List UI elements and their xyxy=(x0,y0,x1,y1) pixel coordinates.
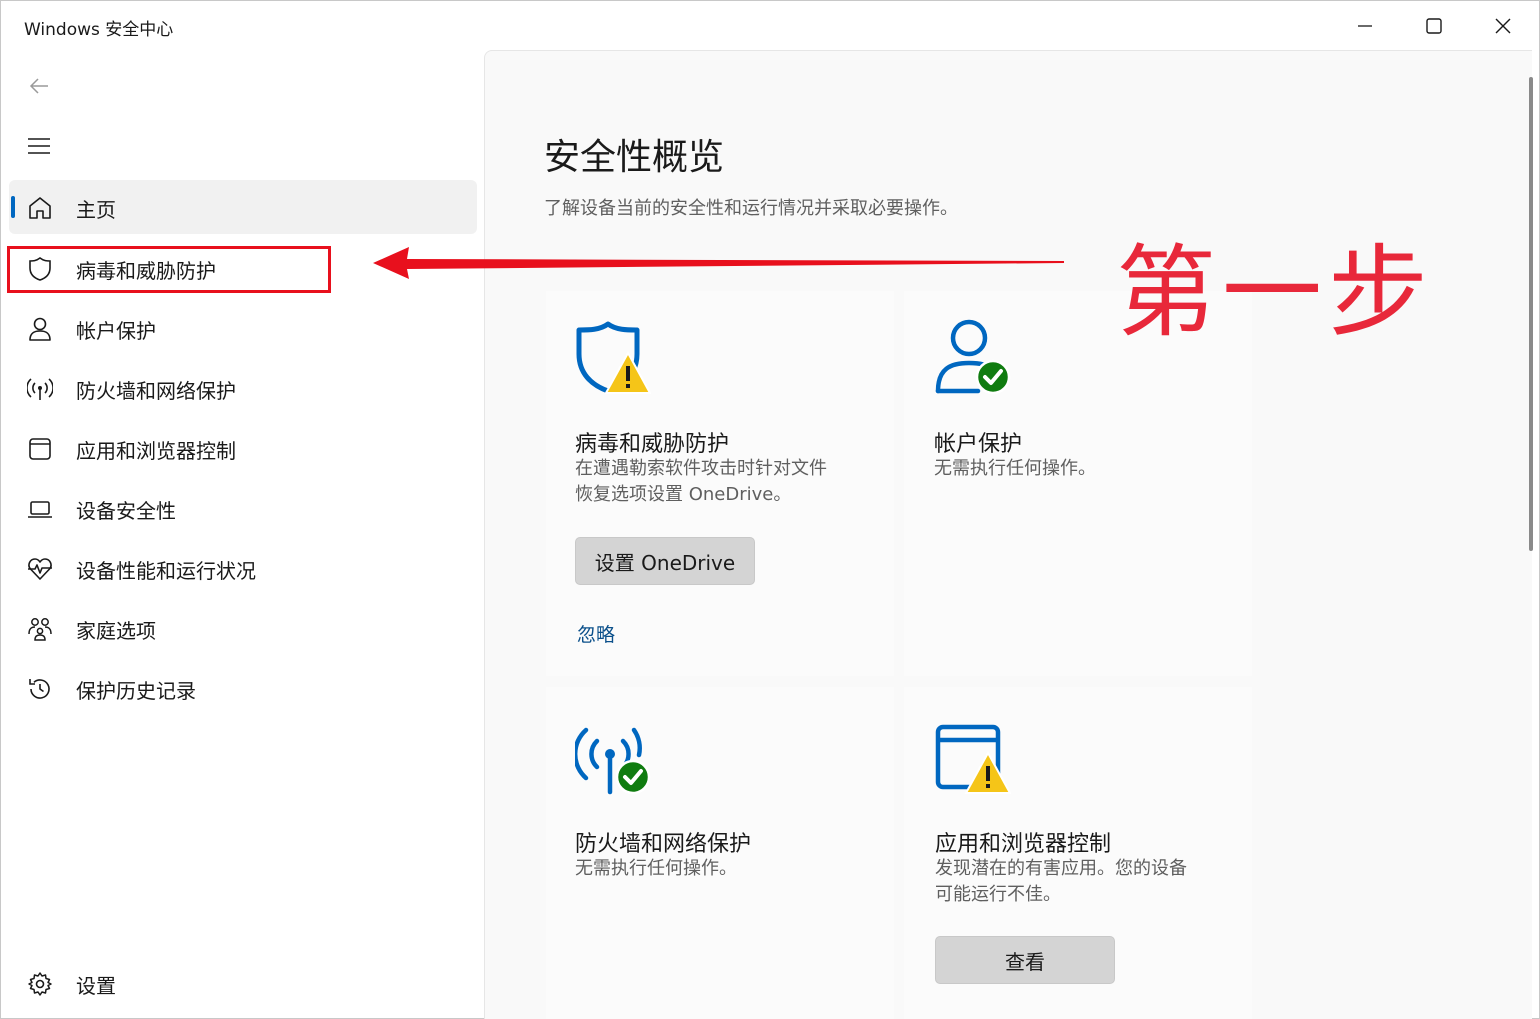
card-title: 病毒和威胁防护 xyxy=(575,432,730,457)
sidebar-item-label: 帐户保护 xyxy=(76,319,156,343)
annotation-arrow xyxy=(373,247,1064,279)
maximize-icon xyxy=(1426,18,1442,34)
gear-icon xyxy=(28,972,52,996)
card-title: 帐户保护 xyxy=(934,432,1023,457)
hamburger-icon xyxy=(28,138,50,154)
dismiss-link[interactable]: 忽略 xyxy=(577,620,615,647)
card-description: 无需执行任何操作。 xyxy=(934,458,1096,479)
card-title: 防火墙和网络保护 xyxy=(575,832,752,857)
card-description-line: 发现潜在的有害应用。您的设备 xyxy=(935,858,1187,879)
sidebar-item-protection-history[interactable]: 保护历史记录 xyxy=(9,661,477,715)
sidebar-item-label: 主页 xyxy=(76,198,116,222)
sidebar-item-account-protection[interactable]: 帐户保护 xyxy=(9,301,477,355)
sidebar-item-label: 应用和浏览器控制 xyxy=(76,439,236,463)
app-window-icon xyxy=(29,438,51,460)
card-description-line: 恢复选项设置 OneDrive。 xyxy=(575,484,792,505)
sidebar-item-family-options[interactable]: 家庭选项 xyxy=(9,601,477,655)
title-bar: Windows 安全中心 xyxy=(1,1,1540,51)
sidebar-item-label: 防火墙和网络保护 xyxy=(76,379,236,403)
view-button[interactable]: 查看 xyxy=(935,936,1115,984)
setup-onedrive-button[interactable]: 设置 OneDrive xyxy=(575,537,755,585)
active-indicator xyxy=(11,196,15,218)
back-button[interactable] xyxy=(21,71,57,101)
annotation-step-text: 第一步 xyxy=(1116,234,1434,351)
antenna-check-icon xyxy=(575,727,651,795)
card-description: 在遭遇勒索软件攻击时针对文件 恢复选项设置 OneDrive。 xyxy=(575,456,827,508)
person-check-icon xyxy=(935,319,1011,395)
window-title: Windows 安全中心 xyxy=(24,20,174,40)
window-warning-icon xyxy=(935,724,1011,794)
scrollbar[interactable] xyxy=(1529,77,1533,551)
card-title: 应用和浏览器控制 xyxy=(935,832,1112,857)
sidebar-item-home[interactable]: 主页 xyxy=(9,180,477,234)
sidebar-item-label: 家庭选项 xyxy=(76,619,156,643)
home-icon xyxy=(29,197,51,219)
sidebar-item-settings[interactable]: 设置 xyxy=(9,956,477,1010)
security-center-window: Windows 安全中心 主页 病毒和威胁防护 帐户保护 防火墙和网络保护 应用… xyxy=(0,0,1540,1019)
page-subtitle: 了解设备当前的安全性和运行情况并采取必要操作。 xyxy=(544,198,958,219)
sidebar-item-firewall[interactable]: 防火墙和网络保护 xyxy=(9,361,477,415)
hamburger-menu-button[interactable] xyxy=(21,131,57,161)
laptop-icon xyxy=(28,501,52,518)
wifi-antenna-icon xyxy=(27,378,53,400)
maximize-button[interactable] xyxy=(1404,7,1464,45)
heart-pulse-icon xyxy=(28,558,52,580)
shield-warning-icon xyxy=(576,321,651,394)
minimize-button[interactable] xyxy=(1335,7,1395,45)
card-description-line: 在遭遇勒索软件攻击时针对文件 xyxy=(575,458,827,479)
sidebar-item-label: 设置 xyxy=(76,974,116,998)
person-icon xyxy=(29,317,51,341)
close-button[interactable] xyxy=(1473,7,1533,45)
card-description: 发现潜在的有害应用。您的设备 可能运行不佳。 xyxy=(935,856,1187,908)
history-icon xyxy=(29,679,50,699)
minimize-icon xyxy=(1358,25,1372,27)
sidebar-item-label: 设备性能和运行状况 xyxy=(76,559,256,583)
card-description: 无需执行任何操作。 xyxy=(575,858,737,879)
sidebar-item-label: 设备安全性 xyxy=(76,499,176,523)
card-description-line: 可能运行不佳。 xyxy=(935,884,1061,905)
family-icon xyxy=(28,618,52,641)
sidebar-item-label: 保护历史记录 xyxy=(76,679,196,703)
close-icon xyxy=(1495,18,1511,34)
annotation-highlight-box xyxy=(7,246,331,293)
sidebar-item-app-browser-control[interactable]: 应用和浏览器控制 xyxy=(9,421,477,475)
sidebar-item-device-performance[interactable]: 设备性能和运行状况 xyxy=(9,541,477,595)
sidebar-item-device-security[interactable]: 设备安全性 xyxy=(9,481,477,535)
back-arrow-icon xyxy=(29,78,48,94)
page-title: 安全性概览 xyxy=(544,137,725,178)
